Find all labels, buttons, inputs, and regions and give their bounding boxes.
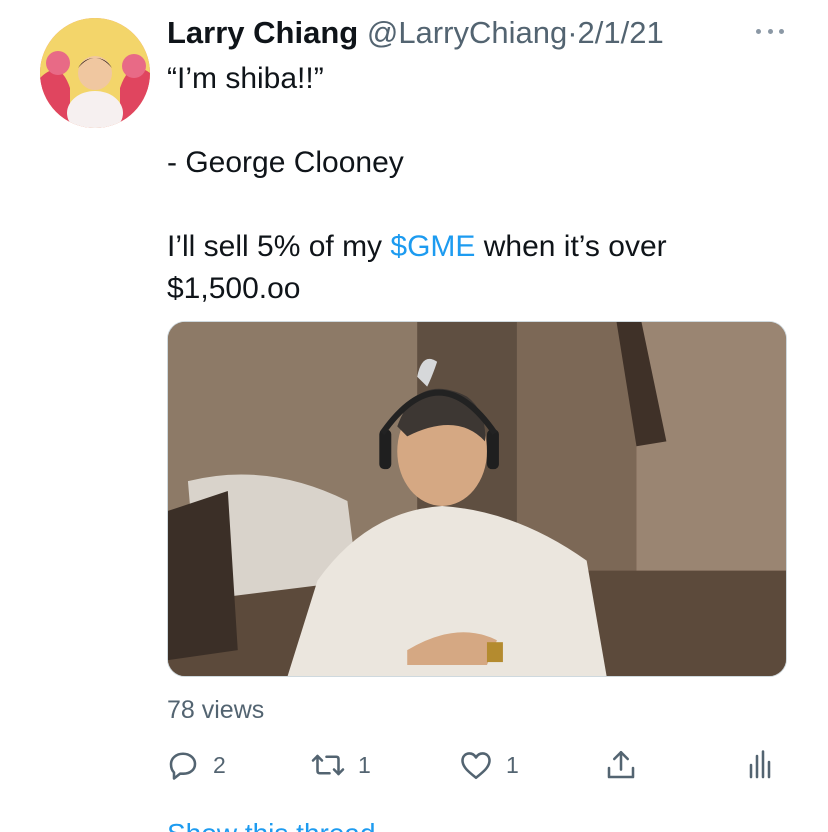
- action-bar: 2 1 1: [0, 740, 828, 790]
- cashtag-link[interactable]: $GME: [390, 230, 475, 263]
- reply-icon: [165, 747, 201, 783]
- view-count: 78 views: [167, 696, 265, 724]
- retweet-icon: [310, 747, 346, 783]
- more-dots-icon[interactable]: [752, 16, 788, 46]
- tweet-text: “I’m shiba!!” - George Clooney I’ll sell…: [167, 58, 787, 310]
- reply-count: 2: [213, 751, 226, 778]
- like-button[interactable]: 1: [458, 740, 519, 790]
- analytics-button[interactable]: [742, 740, 778, 790]
- tweet-line-suffix: when it’s over: [475, 230, 667, 263]
- tweet-line: - George Clooney: [167, 146, 404, 179]
- tweet-line: “I’m shiba!!”: [167, 62, 324, 95]
- share-button[interactable]: [603, 740, 639, 790]
- tweet-header: Larry Chiang @LarryChiang·2/1/21: [167, 14, 664, 52]
- share-icon: [603, 747, 639, 783]
- retweet-button[interactable]: 1: [310, 740, 371, 790]
- tweet-line: [167, 100, 787, 142]
- author-handle[interactable]: @LarryChiang: [367, 15, 567, 50]
- tweet-line-cashtag: I’ll sell 5% of my $GME when it’s over: [167, 226, 787, 268]
- tweet-line: [167, 184, 787, 226]
- separator: ·: [567, 15, 578, 50]
- reply-button[interactable]: 2: [165, 740, 226, 790]
- like-count: 1: [506, 751, 519, 778]
- heart-icon: [458, 747, 494, 783]
- video-media[interactable]: [167, 321, 787, 677]
- tweet-line: $1,500.oo: [167, 272, 301, 305]
- retweet-count: 1: [358, 751, 371, 778]
- show-thread-link[interactable]: Show this thread: [167, 818, 376, 832]
- tweet[interactable]: Larry Chiang @LarryChiang·2/1/21 “I’m sh…: [0, 0, 828, 832]
- tweet-line-prefix: I’ll sell 5% of my: [167, 230, 391, 263]
- tweet-date[interactable]: 2/1/21: [578, 15, 664, 50]
- avatar[interactable]: [40, 18, 150, 128]
- analytics-icon: [742, 747, 778, 783]
- author-name[interactable]: Larry Chiang: [167, 15, 358, 50]
